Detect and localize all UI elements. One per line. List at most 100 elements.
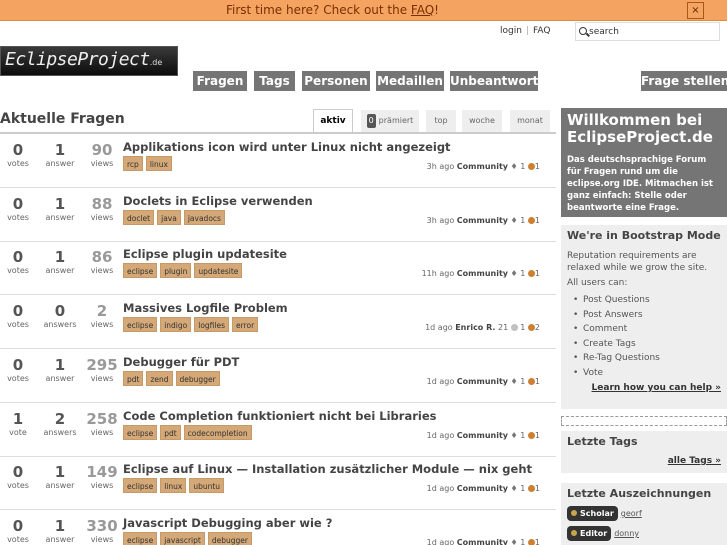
user-link[interactable]: Community xyxy=(457,484,508,493)
list-item: Post Answers xyxy=(567,308,721,323)
question-title[interactable]: Doclets in Eclipse verwenden xyxy=(123,194,313,208)
faq-link[interactable]: FAQ xyxy=(411,3,434,17)
user-link[interactable]: Community xyxy=(457,538,508,545)
learn-more-link[interactable]: Learn how you can help » xyxy=(567,383,721,393)
tag[interactable]: updatesite xyxy=(194,263,243,279)
question-row: 0 votes 0 answers 2 views Massives Logfi… xyxy=(0,295,556,350)
badge-editor[interactable]: Editor xyxy=(567,526,612,541)
close-icon[interactable]: × xyxy=(687,2,704,19)
tag[interactable]: plugin xyxy=(160,263,192,279)
tab-top[interactable]: top xyxy=(426,110,456,132)
votes-count: 0 xyxy=(12,355,24,374)
views: 330 views xyxy=(84,518,120,544)
tag[interactable]: javascript xyxy=(160,531,205,545)
recent-awards-panel: Letzte Auszeichnungen Scholar georf Edito… xyxy=(561,483,727,545)
question-title[interactable]: Eclipse plugin updatesite xyxy=(123,247,287,261)
timestamp: 11h ago xyxy=(421,269,455,279)
nav-tab-personen[interactable]: Personen xyxy=(302,71,370,91)
answers: 1 answer xyxy=(42,249,78,275)
tag[interactable]: linux xyxy=(160,478,187,494)
bronze-badge-icon xyxy=(527,538,535,545)
award-row: Scholar georf xyxy=(567,506,721,521)
tag[interactable]: eclipse xyxy=(123,263,158,279)
user-rep: 1 xyxy=(520,215,526,225)
question-title[interactable]: Debugger für PDT xyxy=(123,355,239,369)
tag[interactable]: javadocs xyxy=(183,209,225,225)
nav-tab-tags[interactable]: Tags xyxy=(254,71,295,91)
nav-tab-medaillen[interactable]: Medaillen xyxy=(376,71,444,91)
votes: 0 votes xyxy=(0,518,36,544)
tag[interactable]: pdt xyxy=(123,370,144,386)
login-link[interactable]: login xyxy=(500,26,522,36)
question-title[interactable]: Applikations icon wird unter Linux nicht… xyxy=(123,140,451,154)
user-link[interactable]: Community xyxy=(457,377,508,386)
faq-top-link[interactable]: FAQ xyxy=(533,26,550,36)
tag[interactable]: codecompletion xyxy=(183,424,252,440)
answers-count: 1 xyxy=(54,463,66,482)
all-tags-link[interactable]: alle Tags » xyxy=(567,456,721,466)
tab-praemiert[interactable]: 0 prämiert xyxy=(361,110,419,132)
logo-name: EclipseProject xyxy=(5,49,150,70)
award-user[interactable]: georf xyxy=(621,509,642,518)
badge-count: 2 xyxy=(534,323,540,333)
user-link[interactable]: Community xyxy=(457,431,508,440)
tag[interactable]: ubuntu xyxy=(189,478,225,494)
tag[interactable]: doclet xyxy=(123,209,155,225)
tag-list: eclipse javascript debugger xyxy=(123,531,255,545)
answers-count: 0 xyxy=(54,302,66,321)
tag[interactable]: logfiles xyxy=(194,317,229,333)
tag[interactable]: eclipse xyxy=(123,531,158,545)
tag[interactable]: eclipse xyxy=(123,317,158,333)
tag[interactable]: rcp xyxy=(123,156,143,171)
divider xyxy=(561,416,727,426)
votes-label: vote xyxy=(9,427,27,437)
list-item: Re-Tag Questions xyxy=(567,351,721,366)
tab-aktiv[interactable]: aktiv xyxy=(313,109,353,133)
silver-count: 1 xyxy=(520,323,526,333)
tag[interactable]: error xyxy=(232,317,259,333)
votes-label: votes xyxy=(7,373,29,383)
ask-question-button[interactable]: Frage stellen xyxy=(641,71,727,91)
award-user[interactable]: donny xyxy=(614,529,639,538)
question-title[interactable]: Massives Logfile Problem xyxy=(123,301,288,315)
welcome-box: Willkommen bei EclipseProject.de Das deu… xyxy=(561,108,727,217)
user-rep: 1 xyxy=(520,162,526,171)
tag[interactable]: pdt xyxy=(160,424,181,440)
question-title[interactable]: Javascript Debugging aber wie ? xyxy=(123,516,332,530)
tag-list: eclipse plugin updatesite xyxy=(123,263,245,280)
answers: 1 answer xyxy=(42,196,78,222)
notification-text: First time here? Check out the xyxy=(226,3,411,17)
views: 90 views xyxy=(84,142,120,168)
badge-count: 1 xyxy=(534,162,540,171)
views-label: views xyxy=(90,373,114,383)
bootstrap-panel: We're in Bootstrap Mode Reputation requi… xyxy=(561,225,727,409)
timestamp: 1d ago xyxy=(426,484,455,494)
tag[interactable]: eclipse xyxy=(123,478,158,494)
tag[interactable]: zend xyxy=(146,370,173,386)
user-link[interactable]: Community xyxy=(457,216,508,225)
user-link[interactable]: Community xyxy=(457,162,508,171)
tag[interactable]: eclipse xyxy=(123,424,158,440)
question-title[interactable]: Code Completion funktioniert nicht bei L… xyxy=(123,409,436,423)
tag[interactable]: indigo xyxy=(160,317,192,333)
user-link[interactable]: Community xyxy=(457,269,508,278)
tag[interactable]: java xyxy=(157,209,181,225)
question-title[interactable]: Eclipse auf Linux — Installation zusätzl… xyxy=(123,462,532,476)
nav-tab-fragen[interactable]: Fragen xyxy=(193,71,247,91)
nav-tab-unbeantwortet[interactable]: Unbeantwortet xyxy=(450,71,552,91)
tag[interactable]: debugger xyxy=(207,531,252,545)
site-logo[interactable]: EclipseProject.de xyxy=(0,46,178,76)
user-link[interactable]: Enrico R. xyxy=(455,323,495,332)
badge-scholar[interactable]: Scholar xyxy=(567,506,618,521)
recent-tags-panel: Letzte Tags alle Tags » xyxy=(561,431,727,473)
search-box[interactable] xyxy=(575,22,720,41)
tag[interactable]: debugger xyxy=(175,370,220,386)
tab-woche[interactable]: woche xyxy=(462,110,502,132)
votes: 0 votes xyxy=(0,249,36,275)
search-input[interactable] xyxy=(589,25,717,39)
bronze-badge-icon xyxy=(527,485,535,493)
tab-monat[interactable]: monat xyxy=(510,110,550,132)
views-count: 258 xyxy=(86,409,118,428)
tag[interactable]: linux xyxy=(145,156,172,171)
list-item: Comment xyxy=(567,322,721,337)
